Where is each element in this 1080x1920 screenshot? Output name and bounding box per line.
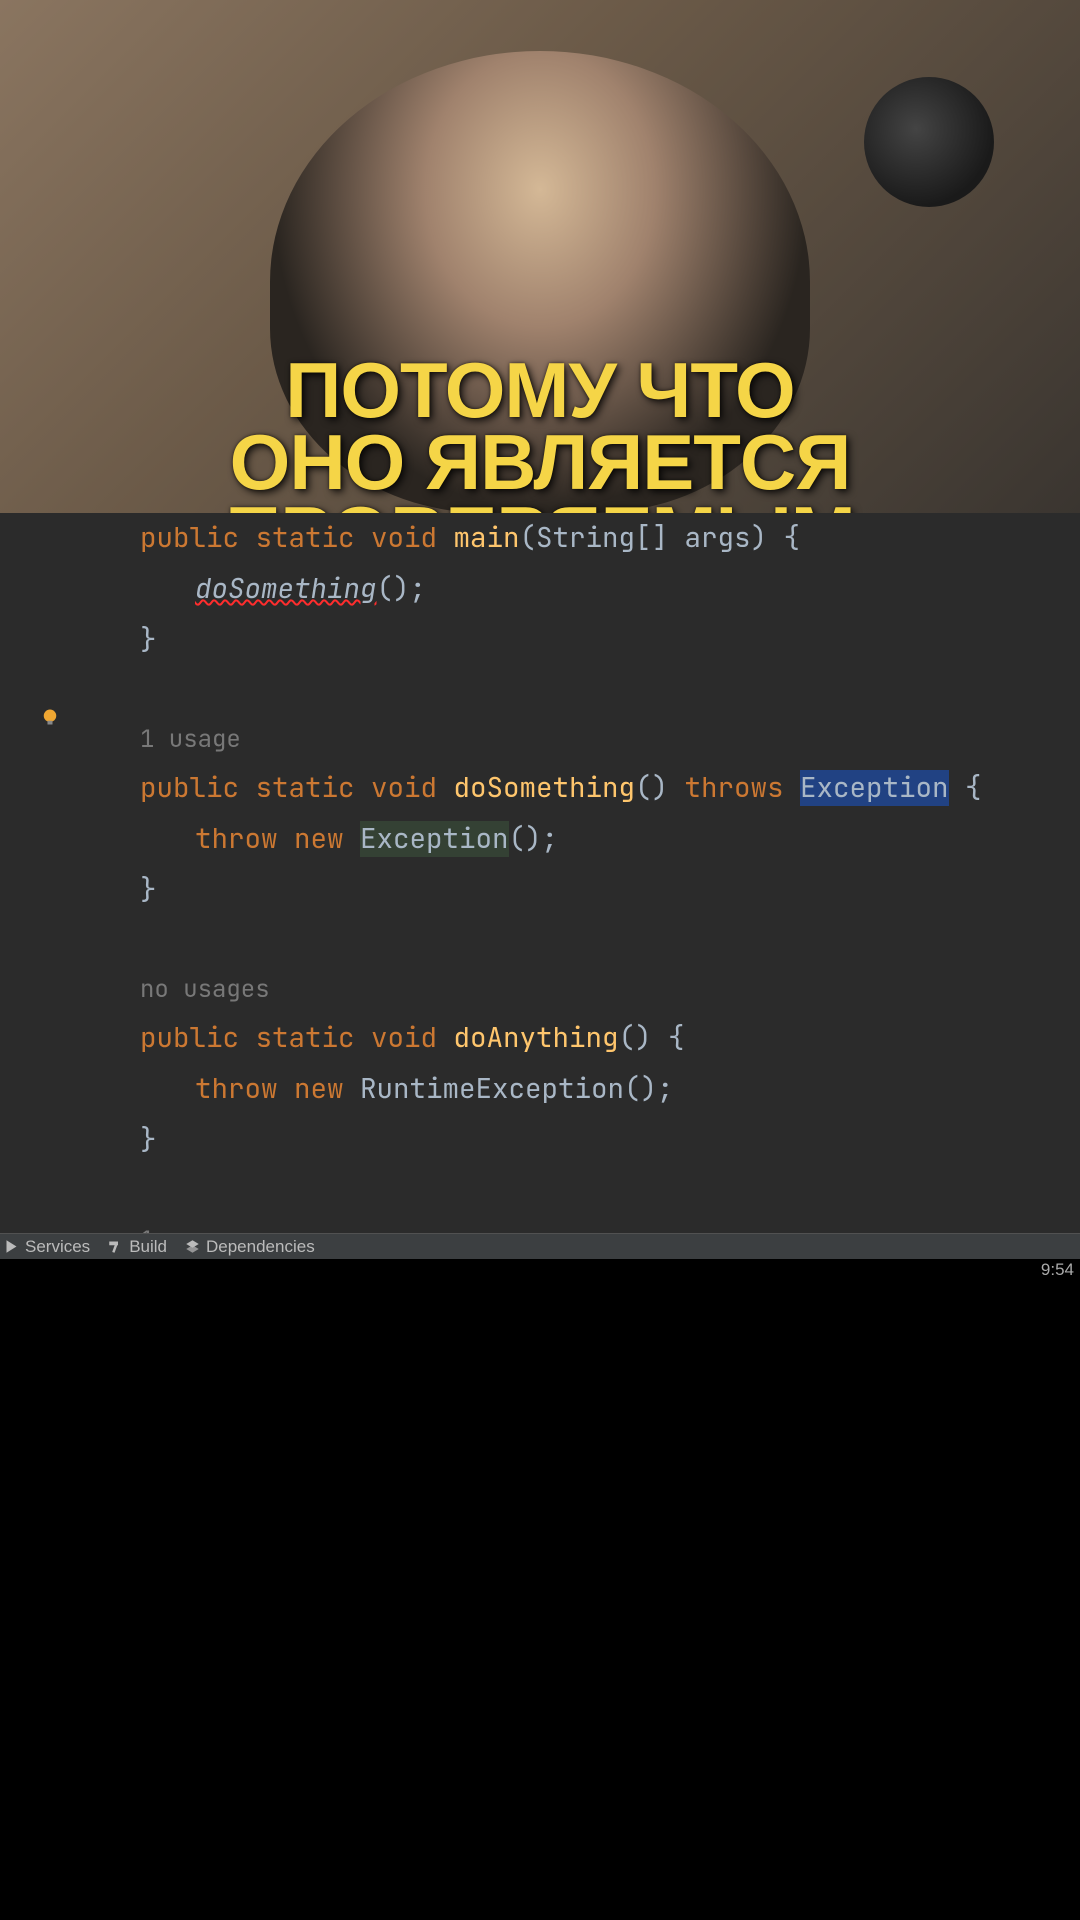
play-icon — [4, 1239, 19, 1254]
video-overlay: ПОТОМУ ЧТО ОНО ЯВЛЯЕТСЯ ПРОВЕРЯЕМЫМ — [0, 0, 1080, 513]
code-editor[interactable]: public static void main(String[] args) {… — [0, 513, 1080, 1233]
call-suffix: (); — [624, 1071, 674, 1107]
video-time: 9:54 — [0, 1259, 1080, 1281]
code-line[interactable]: public static void main(String[] args) { — [85, 513, 1080, 564]
keyword-throws: throws — [685, 770, 784, 806]
hammer-icon — [108, 1239, 123, 1254]
video-caption: ПОТОМУ ЧТО ОНО ЯВЛЯЕТСЯ ПРОВЕРЯЕМЫМ — [225, 355, 855, 513]
toolbar-build[interactable]: Build — [108, 1237, 167, 1257]
keyword-throw: throw — [195, 1071, 278, 1107]
stack-icon — [185, 1239, 200, 1254]
method-params: () — [635, 770, 668, 806]
keyword-new: new — [294, 821, 344, 857]
code-line[interactable]: public static void doSomething() throws … — [85, 763, 1080, 814]
keyword-void: void — [371, 770, 437, 806]
blank-line[interactable] — [85, 916, 1080, 968]
keyword-static: static — [256, 1020, 355, 1056]
method-params: () { — [619, 1020, 685, 1056]
keyword-void: void — [371, 1020, 437, 1056]
keyword-void: void — [371, 520, 437, 556]
code-line[interactable]: public static void doAnything() { — [85, 1013, 1080, 1064]
exception-type: Exception — [360, 821, 509, 857]
toolbar-dependencies[interactable]: Dependencies — [185, 1237, 315, 1257]
toolbar-services[interactable]: Services — [4, 1237, 90, 1257]
brace-open: { — [949, 770, 982, 806]
keyword-public: public — [140, 520, 239, 556]
usage-hint[interactable]: 1 usage — [85, 718, 1080, 763]
method-name: main — [454, 520, 520, 556]
code-line[interactable]: throw new RuntimeException(); — [85, 1064, 1080, 1115]
black-fill — [0, 1281, 1080, 1920]
exception-type: RuntimeException — [360, 1071, 624, 1107]
brace-close: } — [140, 622, 157, 658]
method-params: (String[] args) { — [520, 520, 801, 556]
brace-close: } — [140, 1122, 157, 1158]
microphone-graphic — [864, 77, 994, 207]
call-suffix: (); — [509, 821, 559, 857]
toolbar-label: Dependencies — [206, 1237, 315, 1257]
call-suffix: (); — [377, 571, 427, 607]
blank-line[interactable] — [85, 666, 1080, 718]
keyword-static: static — [256, 520, 355, 556]
code-line[interactable]: } — [85, 1115, 1080, 1166]
keyword-new: new — [294, 1071, 344, 1107]
method-name: doSomething — [454, 770, 636, 806]
toolbar-label: Services — [25, 1237, 90, 1257]
bottom-toolbar: Services Build Dependencies — [0, 1233, 1080, 1259]
toolbar-label: Build — [129, 1237, 167, 1257]
keyword-throw: throw — [195, 821, 278, 857]
brace-close: } — [140, 872, 157, 908]
code-line[interactable]: throw new Exception(); — [85, 814, 1080, 865]
method-name: doAnything — [454, 1020, 619, 1056]
error-call: doSomething — [195, 571, 377, 607]
keyword-static: static — [256, 770, 355, 806]
selected-exception-type: Exception — [800, 770, 949, 806]
keyword-public: public — [140, 770, 239, 806]
code-line[interactable]: } — [85, 615, 1080, 666]
usage-hint[interactable]: no usages — [85, 968, 1080, 1013]
code-line[interactable]: doSomething(); — [85, 564, 1080, 615]
code-line[interactable]: } — [85, 865, 1080, 916]
keyword-public: public — [140, 1020, 239, 1056]
blank-line[interactable] — [85, 1167, 1080, 1219]
